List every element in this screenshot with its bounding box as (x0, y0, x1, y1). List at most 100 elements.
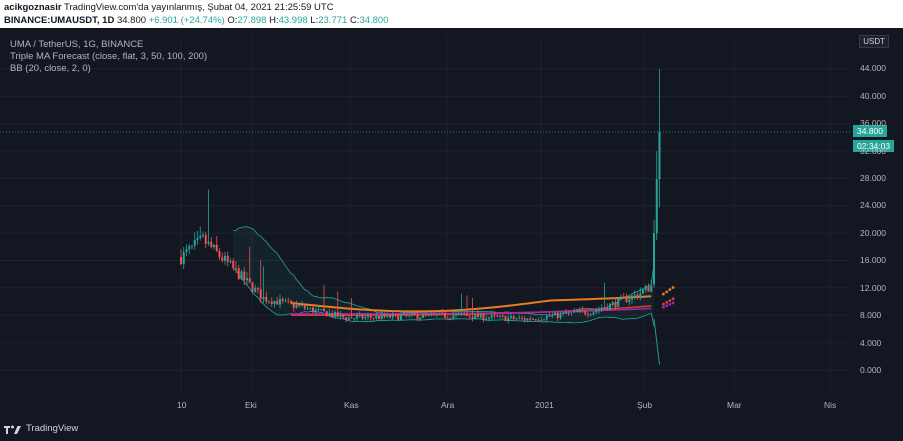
candle-body (430, 313, 433, 315)
ma-forecast-dot (665, 304, 669, 308)
candle-body (394, 314, 397, 316)
candle-body (191, 245, 193, 247)
candle-body (523, 318, 526, 321)
candle-body (196, 237, 199, 241)
candle-body (400, 315, 402, 320)
candle-body (653, 233, 655, 285)
candle-body (389, 314, 391, 318)
candle-body (642, 289, 644, 294)
candle-body (474, 314, 477, 319)
y-tick-36: 36.000 (860, 118, 886, 128)
candle-body (347, 317, 350, 321)
candle-body (444, 312, 446, 318)
candle-body (625, 297, 628, 303)
candle-body (455, 313, 457, 316)
candle-body (273, 300, 276, 304)
candle-body (589, 314, 592, 316)
candle-body (433, 313, 435, 315)
candle-body (441, 312, 444, 314)
legend-triple-ma[interactable]: Triple MA Forecast (close, flat, 3, 50, … (10, 51, 207, 62)
candle-body (490, 315, 493, 318)
candle-body (298, 305, 301, 306)
x-tick-10: 10 (177, 400, 187, 410)
price-chart[interactable] (0, 0, 903, 441)
candle-body (422, 314, 424, 318)
candle-body (587, 314, 589, 316)
candle-body (199, 235, 202, 238)
candle-body (559, 313, 562, 319)
candle-body (218, 250, 221, 258)
candle-body (562, 312, 565, 314)
candle-body (207, 241, 210, 244)
candle-body (600, 308, 603, 310)
ma-forecast-dot (671, 286, 675, 289)
x-tick-mar: Mar (727, 400, 742, 410)
candle-body (479, 313, 482, 318)
candle-body (548, 316, 551, 317)
candle-body (592, 312, 595, 315)
candle-body (446, 317, 449, 319)
candle-body (270, 301, 273, 304)
candle-body (540, 319, 543, 321)
candle-body (606, 307, 609, 310)
y-tick-16: 16.000 (860, 255, 886, 265)
candle-body (306, 308, 309, 310)
candle-body (578, 310, 581, 313)
candle-body (493, 315, 496, 316)
candle-body (463, 313, 466, 315)
candle-body (237, 268, 240, 280)
candle-body (350, 317, 353, 319)
candle-body (570, 312, 573, 314)
candle-body (358, 314, 361, 317)
candle-body (501, 315, 504, 317)
candle-body (251, 282, 254, 292)
candle-body (254, 287, 257, 292)
candle-body (342, 314, 345, 318)
bollinger-lower-tail (653, 318, 660, 365)
candle-body (457, 313, 460, 315)
candle-body (402, 313, 405, 316)
candle-body (243, 271, 246, 281)
candle-body (435, 314, 438, 316)
candle-body (325, 311, 328, 317)
candle-body (644, 286, 647, 290)
candle-body (339, 314, 342, 317)
candle-body (631, 295, 633, 300)
candle-body (413, 313, 416, 316)
candle-body (290, 301, 292, 303)
candle-body (265, 296, 268, 302)
candle-body (391, 314, 394, 318)
candle-body (323, 308, 325, 312)
tradingview-logo-icon (4, 425, 21, 434)
candle-body (556, 312, 559, 319)
candle-body (581, 310, 584, 312)
tradingview-branding[interactable]: TradingView (4, 423, 78, 434)
candle-body (636, 294, 639, 298)
candle-body (650, 285, 653, 292)
ma-forecast-dot (665, 300, 669, 304)
candle-body (611, 301, 614, 304)
candle-body (185, 249, 188, 252)
legend-bb[interactable]: BB (20, close, 2, 0) (10, 63, 91, 74)
candle-body (281, 299, 284, 301)
candle-body (226, 255, 229, 263)
x-tick-2021: 2021 (535, 400, 554, 410)
candle-body (543, 319, 545, 321)
candle-body (603, 307, 606, 309)
candle-body (202, 234, 204, 236)
candle-body (367, 316, 369, 318)
y-tick-28: 28.000 (860, 173, 886, 183)
ma-forecast-dot (662, 305, 665, 309)
candle-body (312, 307, 314, 313)
ma-forecast-dot (668, 302, 672, 306)
candle-body (537, 320, 540, 322)
legend-symbol[interactable]: UMA / TetherUS, 1G, BINANCE (10, 39, 143, 50)
price-scale-unit[interactable]: USDT (859, 35, 889, 48)
candle-body (295, 305, 298, 308)
candle-body (554, 312, 556, 316)
ma-forecast-dot (671, 301, 675, 305)
ma-forecast-dot (668, 288, 672, 292)
x-tick-ara: Ara (441, 400, 455, 410)
candle-body (204, 234, 207, 244)
candle-body (658, 131, 661, 180)
